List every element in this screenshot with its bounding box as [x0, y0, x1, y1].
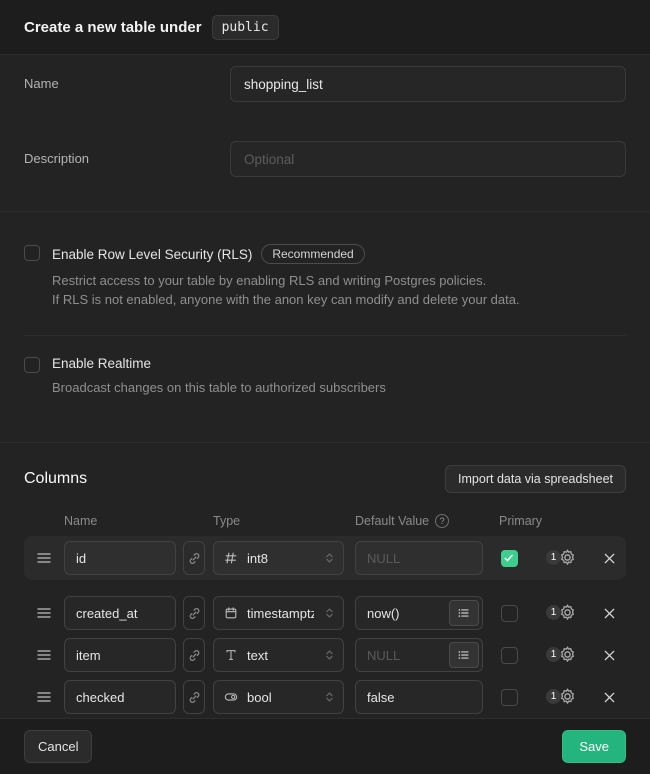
help-icon[interactable]: ?	[435, 514, 449, 528]
realtime-option: Enable Realtime Broadcast changes on thi…	[24, 356, 626, 397]
column-row-checked: bool 1	[24, 676, 626, 718]
chevrons-up-down-icon	[323, 551, 336, 565]
column-name-input[interactable]	[64, 638, 176, 672]
default-value-list-icon[interactable]	[449, 600, 479, 626]
column-type-select[interactable]: bool	[213, 680, 344, 714]
table-name-input[interactable]	[230, 66, 626, 102]
rls-option: Enable Row Level Security (RLS) Recommen…	[24, 244, 626, 309]
columns-title: Columns	[24, 470, 87, 488]
header-type: Type	[213, 514, 355, 528]
column-settings-button[interactable]: 1	[546, 687, 577, 707]
settings-count-badge: 1	[546, 647, 561, 662]
realtime-checkbox[interactable]	[24, 357, 40, 373]
chevrons-up-down-icon	[323, 606, 336, 620]
dialog-title: Create a new table under	[24, 19, 202, 36]
cancel-button[interactable]: Cancel	[24, 730, 92, 763]
table-details-section: Name Description	[0, 55, 650, 212]
drag-handle-icon[interactable]	[24, 647, 64, 663]
realtime-description: Broadcast changes on this table to autho…	[52, 378, 626, 397]
text-icon	[224, 648, 238, 662]
foreign-key-link-icon[interactable]	[183, 541, 205, 575]
description-row: Description	[24, 141, 626, 177]
create-table-dialog: Create a new table under public Name Des…	[0, 0, 650, 761]
primary-key-checkbox[interactable]	[501, 605, 518, 622]
dialog-header: Create a new table under public	[0, 0, 650, 55]
primary-key-checkbox[interactable]	[501, 647, 518, 664]
name-row: Name	[24, 66, 626, 102]
dialog-footer: Cancel Save	[0, 718, 650, 774]
foreign-key-link-icon[interactable]	[183, 596, 205, 630]
name-label: Name	[24, 66, 230, 91]
realtime-label: Enable Realtime	[52, 356, 151, 371]
column-name-input[interactable]	[64, 541, 176, 575]
import-spreadsheet-button[interactable]: Import data via spreadsheet	[445, 465, 626, 493]
rls-label: Enable Row Level Security (RLS)	[52, 247, 252, 262]
chevrons-up-down-icon	[323, 690, 336, 704]
calendar-icon	[224, 606, 238, 620]
columns-section: Columns Import data via spreadsheet Name…	[0, 443, 650, 718]
header-primary: Primary	[499, 514, 542, 528]
column-name-input[interactable]	[64, 680, 176, 714]
column-type-select[interactable]: int8	[213, 541, 344, 575]
table-description-input[interactable]	[230, 141, 626, 177]
columns-header-row: Name Type Default Value ? Primary	[24, 514, 626, 528]
header-default: Default Value ?	[355, 514, 479, 528]
recommended-badge: Recommended	[261, 244, 364, 264]
column-row-item: text 1	[24, 634, 626, 676]
column-type-select[interactable]: text	[213, 638, 344, 672]
drag-handle-icon[interactable]	[24, 550, 64, 566]
hash-icon	[224, 551, 238, 565]
remove-column-icon[interactable]	[602, 606, 617, 621]
chevrons-up-down-icon	[323, 648, 336, 662]
remove-column-icon[interactable]	[602, 648, 617, 663]
default-value-list-icon[interactable]	[449, 642, 479, 668]
save-button[interactable]: Save	[562, 730, 626, 763]
options-divider	[24, 335, 626, 336]
header-name: Name	[64, 514, 213, 528]
column-row-created-at: timestamptz 1	[24, 592, 626, 634]
schema-badge: public	[212, 15, 279, 40]
foreign-key-link-icon[interactable]	[183, 680, 205, 714]
column-settings-button[interactable]: 1	[546, 645, 577, 665]
drag-handle-icon[interactable]	[24, 605, 64, 621]
drag-handle-icon[interactable]	[24, 689, 64, 705]
rls-checkbox[interactable]	[24, 245, 40, 261]
toggle-icon	[224, 690, 238, 704]
primary-key-checkbox[interactable]	[501, 689, 518, 706]
column-settings-button[interactable]: 1	[546, 548, 577, 568]
column-type-select[interactable]: timestamptz	[213, 596, 344, 630]
remove-column-icon[interactable]	[602, 551, 617, 566]
rls-description: Restrict access to your table by enablin…	[52, 271, 626, 309]
remove-column-icon[interactable]	[602, 690, 617, 705]
description-label: Description	[24, 141, 230, 166]
column-row-id: int8 1	[24, 536, 626, 580]
column-name-input[interactable]	[64, 596, 176, 630]
table-options-section: Enable Row Level Security (RLS) Recommen…	[0, 212, 650, 443]
settings-count-badge: 1	[546, 605, 561, 620]
column-default-input	[355, 541, 483, 575]
settings-count-badge: 1	[546, 689, 561, 704]
foreign-key-link-icon[interactable]	[183, 638, 205, 672]
settings-count-badge: 1	[546, 550, 561, 565]
primary-key-checkbox[interactable]	[501, 550, 518, 567]
column-settings-button[interactable]: 1	[546, 603, 577, 623]
column-default-input[interactable]	[355, 680, 483, 714]
